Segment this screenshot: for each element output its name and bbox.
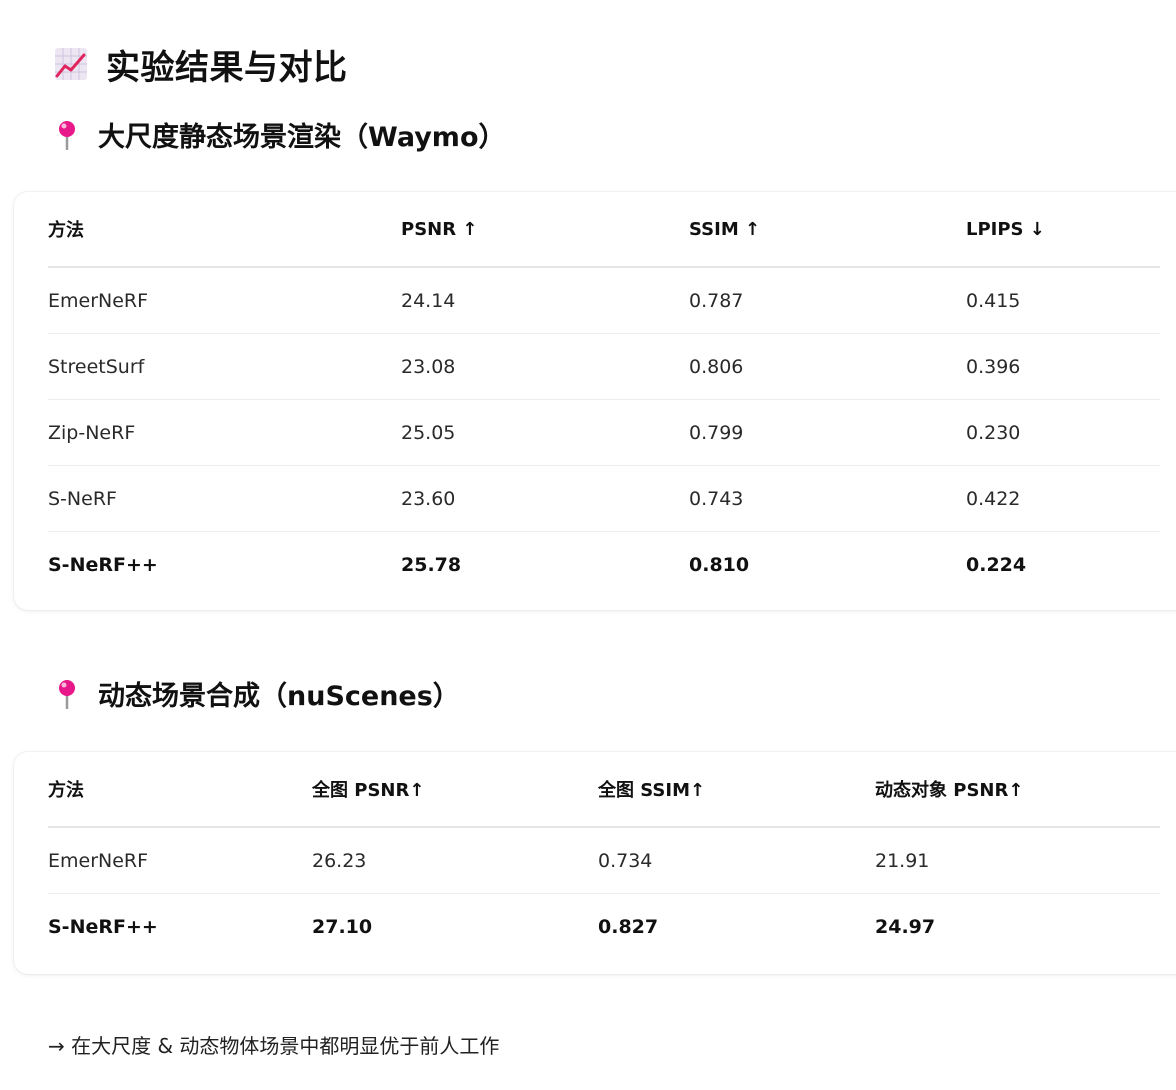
waymo-results-table: 方法 PSNR ↑ SSIM ↑ LPIPS ↓ EmerNeRF 24.14 … bbox=[48, 192, 1160, 597]
cell-lpips: 0.230 bbox=[966, 399, 1160, 466]
chart-increasing-icon bbox=[54, 47, 88, 81]
cell-method: EmerNeRF bbox=[48, 827, 312, 894]
table-row: EmerNeRF 24.14 0.787 0.415 bbox=[48, 267, 1160, 334]
table-row: Zip-NeRF 25.05 0.799 0.230 bbox=[48, 399, 1160, 466]
cell-full-psnr: 27.10 bbox=[312, 915, 373, 938]
pushpin-icon bbox=[56, 679, 78, 709]
cell-lpips: 0.415 bbox=[966, 267, 1160, 334]
cell-psnr: 24.14 bbox=[401, 267, 689, 334]
column-header-method: 方法 bbox=[48, 192, 401, 268]
cell-lpips: 0.396 bbox=[966, 333, 1160, 400]
section-heading-waymo: 大尺度静态场景渲染（Waymo） bbox=[56, 115, 506, 154]
table-row: S-NeRF 23.60 0.743 0.422 bbox=[48, 465, 1160, 532]
cell-ssim: 0.787 bbox=[689, 267, 966, 334]
cell-ssim: 0.799 bbox=[689, 399, 966, 466]
nuscenes-results-table: 方法 全图 PSNR↑ 全图 SSIM↑ 动态对象 PSNR↑ EmerNeRF… bbox=[48, 752, 1160, 959]
cell-lpips: 0.224 bbox=[966, 553, 1027, 576]
section-heading-nuscenes: 动态场景合成（nuScenes） bbox=[56, 674, 460, 713]
table-row: StreetSurf 23.08 0.806 0.396 bbox=[48, 333, 1160, 400]
cell-psnr: 25.05 bbox=[401, 399, 689, 466]
cell-full-ssim: 0.734 bbox=[598, 827, 875, 894]
table-header-row: 方法 全图 PSNR↑ 全图 SSIM↑ 动态对象 PSNR↑ bbox=[48, 752, 1160, 828]
pushpin-icon bbox=[56, 120, 78, 150]
cell-method: S-NeRF++ bbox=[48, 553, 158, 576]
cell-ssim: 0.806 bbox=[689, 333, 966, 400]
cell-psnr: 23.60 bbox=[401, 465, 689, 532]
cell-ssim: 0.743 bbox=[689, 465, 966, 532]
cell-method: EmerNeRF bbox=[48, 267, 401, 334]
cell-dynamic-psnr: 21.91 bbox=[875, 827, 1160, 894]
conclusion-note: → 在大尺度 & 动态物体场景中都明显优于前人工作 bbox=[48, 1034, 500, 1058]
column-header-lpips: LPIPS ↓ bbox=[966, 192, 1160, 268]
cell-method: StreetSurf bbox=[48, 333, 401, 400]
cell-lpips: 0.422 bbox=[966, 465, 1160, 532]
cell-method: Zip-NeRF bbox=[48, 399, 401, 466]
table-row: EmerNeRF 26.23 0.734 21.91 bbox=[48, 827, 1160, 894]
nuscenes-results-card: 方法 全图 PSNR↑ 全图 SSIM↑ 动态对象 PSNR↑ EmerNeRF… bbox=[14, 752, 1176, 974]
cell-method: S-NeRF++ bbox=[48, 915, 158, 938]
table-header-row: 方法 PSNR ↑ SSIM ↑ LPIPS ↓ bbox=[48, 192, 1160, 268]
cell-psnr: 25.78 bbox=[401, 553, 462, 576]
cell-ssim: 0.810 bbox=[689, 553, 750, 576]
table-row-highlight: S-NeRF++ 25.78 0.810 0.224 bbox=[48, 532, 1160, 598]
table-row-highlight: S-NeRF++ 27.10 0.827 24.97 bbox=[48, 894, 1160, 960]
column-header-ssim: SSIM ↑ bbox=[689, 192, 966, 268]
column-header-method: 方法 bbox=[48, 752, 312, 828]
section-heading-text: 大尺度静态场景渲染（Waymo） bbox=[98, 122, 506, 153]
page-title: 实验结果与对比 bbox=[54, 40, 348, 88]
cell-method: S-NeRF bbox=[48, 465, 401, 532]
page-title-text: 实验结果与对比 bbox=[106, 47, 348, 88]
column-header-full-psnr: 全图 PSNR↑ bbox=[312, 752, 598, 828]
cell-psnr: 23.08 bbox=[401, 333, 689, 400]
column-header-psnr: PSNR ↑ bbox=[401, 192, 689, 268]
column-header-dynamic-psnr: 动态对象 PSNR↑ bbox=[875, 752, 1160, 828]
section-heading-text: 动态场景合成（nuScenes） bbox=[98, 681, 460, 712]
column-header-full-ssim: 全图 SSIM↑ bbox=[598, 752, 875, 828]
cell-full-ssim: 0.827 bbox=[598, 915, 659, 938]
waymo-results-card: 方法 PSNR ↑ SSIM ↑ LPIPS ↓ EmerNeRF 24.14 … bbox=[14, 192, 1176, 610]
cell-full-psnr: 26.23 bbox=[312, 827, 598, 894]
cell-dynamic-psnr: 24.97 bbox=[875, 915, 936, 938]
